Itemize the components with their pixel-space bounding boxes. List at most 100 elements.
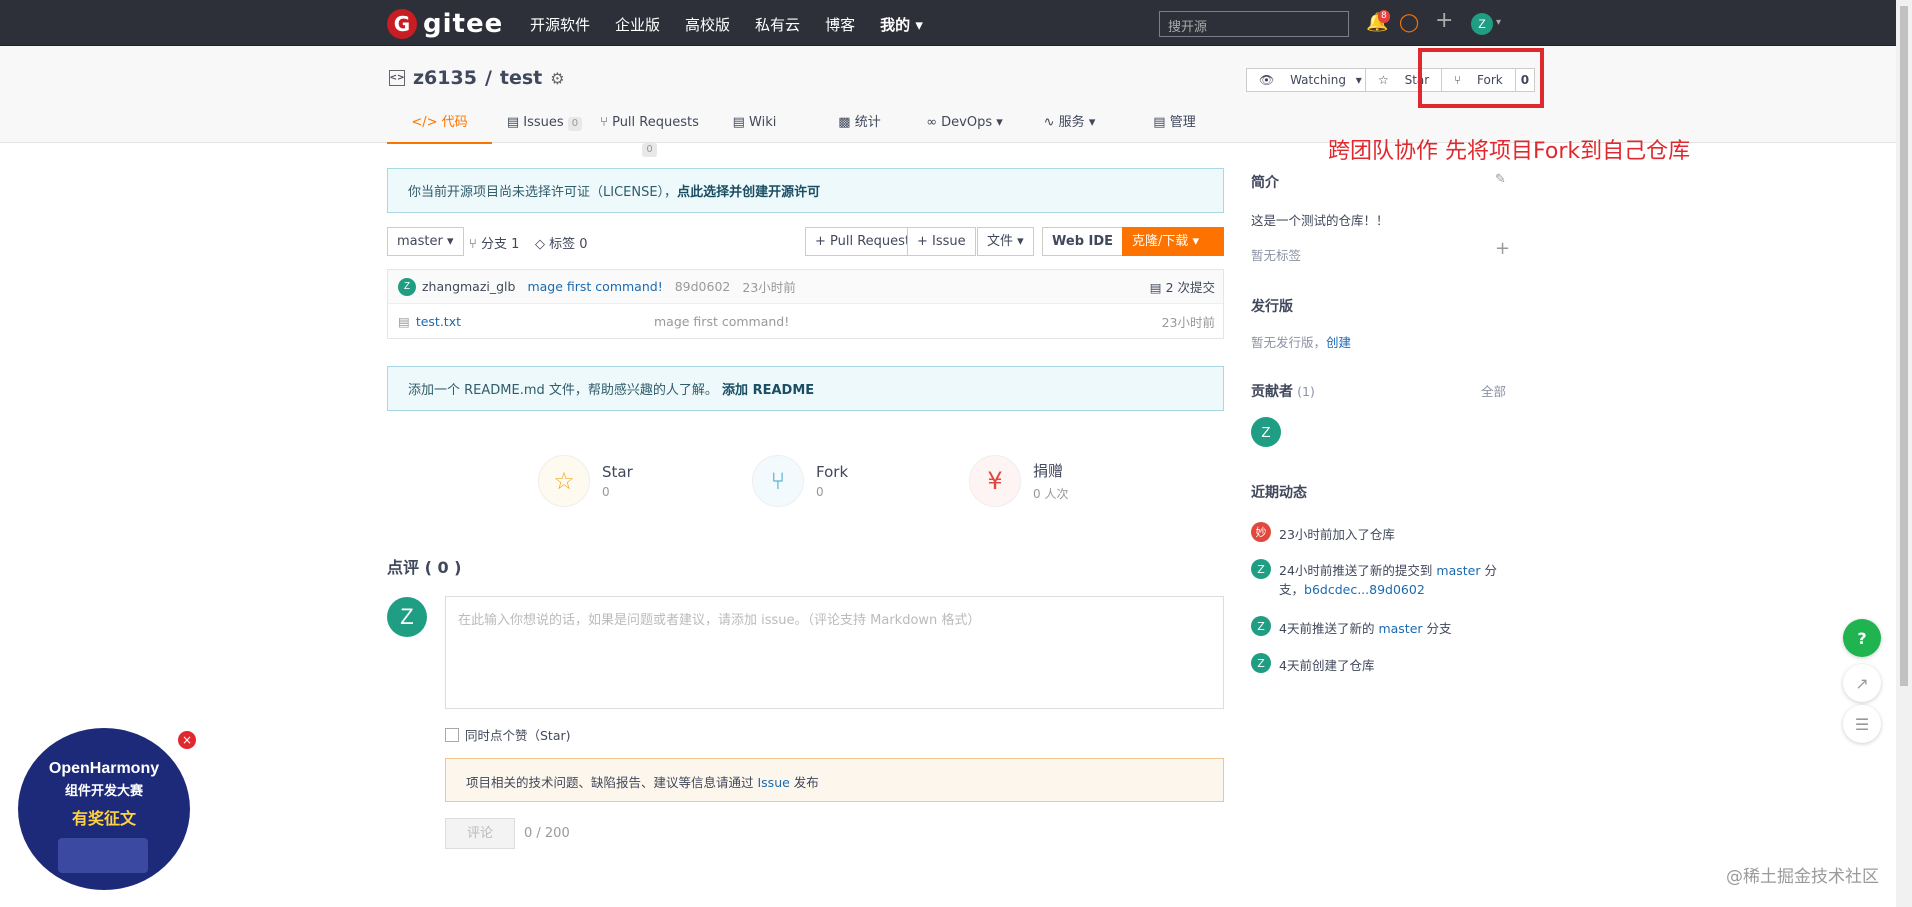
- commit-count-link[interactable]: ▤ 2 次提交: [1150, 277, 1215, 296]
- annotation-text: 跨团队协作 先将项目Fork到自己仓库: [1328, 139, 1691, 164]
- commit-message[interactable]: mage first command!: [527, 279, 662, 294]
- tags-link[interactable]: ◇ 标签 0: [535, 233, 588, 252]
- intro-text: 这是一个测试的仓库！！: [1251, 213, 1389, 228]
- lightbulb-icon[interactable]: ◯: [1399, 12, 1419, 33]
- chevron-down-icon[interactable]: ▾: [1496, 17, 1501, 28]
- stat-fork[interactable]: ⑂ Fork 0: [752, 455, 848, 507]
- tab-stats[interactable]: ▩ 统计: [807, 110, 912, 144]
- branch-select[interactable]: master ▾: [387, 227, 464, 256]
- stat-star-num: 0: [602, 485, 610, 499]
- new-issue-button[interactable]: + Issue: [907, 227, 976, 256]
- tab-prs-label: Pull Requests: [612, 115, 699, 130]
- repo-title: <> z6135 / test ⚙: [389, 67, 565, 89]
- license-create-link[interactable]: 点此选择并创建开源许可: [677, 185, 820, 200]
- activity-avatar[interactable]: Z: [1251, 559, 1271, 579]
- add-tag-icon[interactable]: +: [1495, 238, 1510, 259]
- star-checkbox-label: 同时点个赞（Star): [465, 728, 571, 743]
- comment-icon[interactable]: ☰: [1843, 705, 1881, 743]
- close-icon[interactable]: ×: [178, 731, 196, 749]
- nav-mine-dropdown[interactable]: 我的 ▾: [880, 14, 923, 35]
- submit-review-button[interactable]: 评论: [445, 818, 515, 849]
- bar-chart-icon: ▩: [838, 115, 851, 130]
- tab-issues[interactable]: ▤ Issues 0: [492, 110, 597, 144]
- gitee-logo-icon: G: [387, 9, 417, 39]
- file-name[interactable]: test.txt: [416, 314, 461, 329]
- user-avatar[interactable]: Z: [1471, 13, 1493, 35]
- activity-avatar[interactable]: Z: [1251, 616, 1271, 636]
- stat-star-title: Star: [602, 463, 633, 481]
- repo-tabs: </> 代码 ▤ Issues 0 ⑂ Pull Requests 0 ▤ Wi…: [387, 110, 1227, 157]
- checkbox-box[interactable]: [445, 727, 459, 742]
- plus-icon[interactable]: +: [1435, 8, 1453, 33]
- eye-icon: 👁: [1259, 73, 1275, 87]
- nav-blog[interactable]: 博客: [825, 14, 855, 35]
- nav-enterprise[interactable]: 企业版: [615, 14, 660, 35]
- promo-banner[interactable]: OpenHarmony 组件开发大赛 有奖征文: [18, 728, 190, 890]
- commit-avatar[interactable]: Z: [398, 277, 416, 296]
- stat-star[interactable]: ☆ Star 0: [538, 455, 633, 507]
- activity-item: Z 4天前创建了仓库: [1251, 653, 1374, 674]
- tab-pull-requests[interactable]: ⑂ Pull Requests 0: [597, 110, 702, 157]
- tab-manage[interactable]: ▤ 管理: [1122, 110, 1227, 144]
- scrollbar-thumb[interactable]: [1900, 6, 1908, 686]
- tab-issues-count: 0: [567, 117, 583, 131]
- file-dropdown[interactable]: 文件 ▾: [977, 227, 1034, 256]
- tab-devops[interactable]: ∞ DevOps ▾: [912, 110, 1017, 144]
- license-alert: 你当前开源项目尚未选择许可证（LICENSE），点此选择并创建开源许可: [387, 168, 1224, 213]
- clone-download-button[interactable]: 克隆/下载 ▾: [1122, 227, 1224, 256]
- repo-owner-link[interactable]: z6135: [413, 67, 477, 89]
- nav-university[interactable]: 高校版: [685, 14, 730, 35]
- no-release-text: 暂无发行版，: [1251, 335, 1327, 350]
- help-icon[interactable]: ?: [1843, 619, 1881, 657]
- issue-note-link[interactable]: Issue: [757, 775, 789, 790]
- stat-donate[interactable]: ¥ 捐赠 0 人次: [969, 455, 1068, 507]
- nav-open-source[interactable]: 开源软件: [530, 14, 590, 35]
- create-release-link[interactable]: 创建: [1326, 335, 1351, 350]
- tab-services[interactable]: ∿ 服务 ▾: [1017, 110, 1122, 144]
- commit-count-label: 2 次提交: [1165, 280, 1215, 295]
- add-readme-link[interactable]: 添加 README: [722, 383, 814, 398]
- promo-line2: 组件开发大赛: [64, 784, 143, 799]
- tags-label: 标签 0: [549, 237, 588, 252]
- activity-heading: 近期动态: [1251, 485, 1307, 501]
- activity-avatar[interactable]: Z: [1251, 653, 1271, 673]
- commit-author[interactable]: zhangmazi_glb: [422, 279, 515, 294]
- tab-wiki-label: Wiki: [749, 115, 777, 130]
- file-row[interactable]: ▤ test.txt mage first command! 23小时前: [388, 304, 1223, 338]
- promo-line3: 有奖征文: [71, 809, 136, 828]
- repo-name-link[interactable]: test: [500, 67, 542, 89]
- review-title: 点评 ( 0 ): [387, 558, 462, 577]
- readme-alert-text: 添加一个 README.md 文件，帮助感兴趣的人了解。: [408, 383, 718, 398]
- activity-text: 4天前创建了仓库: [1279, 658, 1375, 673]
- star-checkbox[interactable]: 同时点个赞（Star): [445, 725, 571, 744]
- nav-private-cloud[interactable]: 私有云: [755, 14, 800, 35]
- reviewer-avatar[interactable]: Z: [387, 597, 427, 637]
- file-time: 23小时前: [1161, 314, 1215, 330]
- activity-avatar[interactable]: 妙: [1251, 522, 1271, 542]
- all-contributors-link[interactable]: 全部: [1481, 381, 1506, 400]
- activity-commit-range-link[interactable]: b6dcdec...89d0602: [1304, 582, 1425, 597]
- watching-label: Watching: [1290, 73, 1346, 87]
- gitee-logo[interactable]: G gitee: [387, 9, 503, 39]
- share-icon[interactable]: ↗: [1843, 664, 1881, 702]
- activity-text-suffix: 分支: [1422, 621, 1452, 636]
- stat-donate-num: 0 人次: [1033, 487, 1069, 501]
- tab-wiki[interactable]: ▤ Wiki: [702, 110, 807, 144]
- new-pull-request-button[interactable]: + Pull Request: [805, 227, 921, 256]
- donate-icon: ¥: [969, 455, 1021, 507]
- activity-branch-link[interactable]: master: [1436, 563, 1480, 578]
- branches-link[interactable]: ⑂ 分支 1: [469, 233, 519, 252]
- review-textarea[interactable]: 在此输入你想说的话，如果是问题或者建议，请添加 issue。（评论支持 Mark…: [445, 596, 1224, 709]
- file-commit-message[interactable]: mage first command!: [654, 314, 789, 329]
- commit-hash[interactable]: 89d0602: [675, 279, 731, 294]
- release-heading: 发行版: [1251, 299, 1293, 315]
- edit-icon[interactable]: ✎: [1495, 172, 1506, 187]
- intro-heading: 简介: [1251, 175, 1279, 191]
- badge-icon[interactable]: ⚙: [550, 69, 564, 88]
- activity-branch-link[interactable]: master: [1378, 621, 1422, 636]
- search-input[interactable]: 搜开源: [1159, 11, 1349, 37]
- contributor-avatar[interactable]: Z: [1251, 417, 1281, 447]
- web-ide-button[interactable]: Web IDE: [1042, 227, 1124, 256]
- file-icon: ▤: [398, 313, 410, 329]
- tab-code[interactable]: </> 代码: [387, 110, 492, 144]
